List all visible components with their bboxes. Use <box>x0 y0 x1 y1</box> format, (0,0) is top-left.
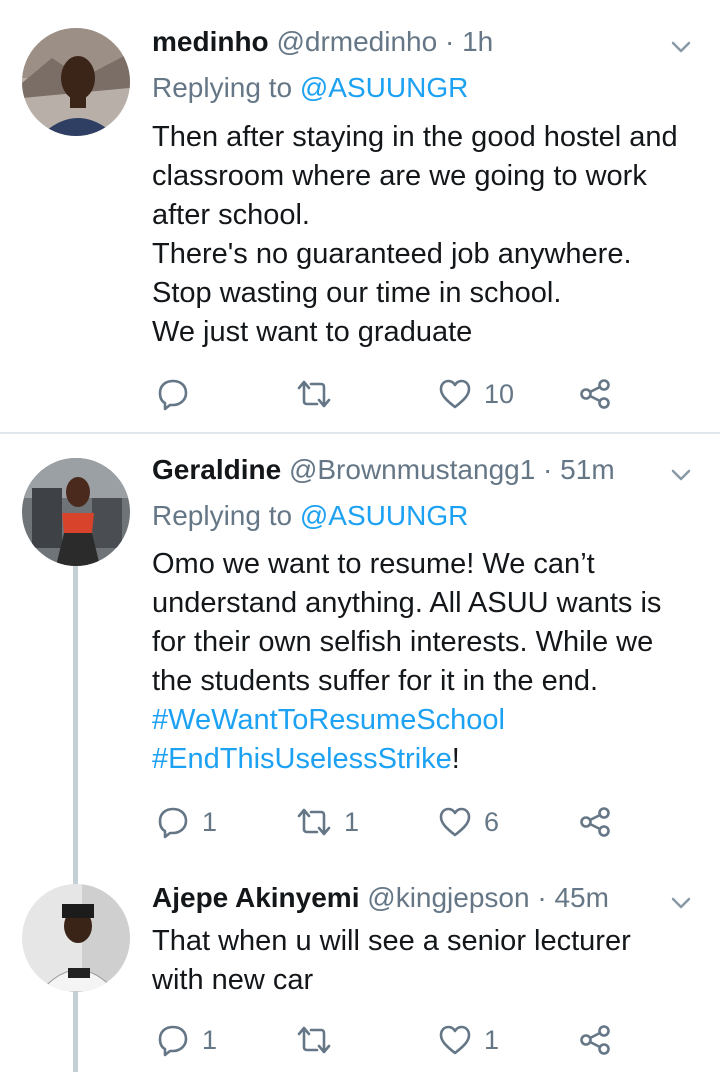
retweet-icon <box>297 380 331 408</box>
author-handle[interactable]: @kingjepson <box>367 882 529 913</box>
chevron-down-icon[interactable] <box>670 892 692 914</box>
share-button[interactable] <box>578 1020 612 1060</box>
share-button[interactable] <box>578 802 612 842</box>
like-button[interactable]: 6 <box>438 802 499 842</box>
text-line: We just want to graduate <box>152 316 473 348</box>
retweet-icon <box>297 808 331 836</box>
avatar[interactable] <box>22 884 130 992</box>
reply-count: 1 <box>202 806 218 837</box>
retweet-button[interactable]: 1 <box>296 802 359 842</box>
chevron-down-icon[interactable] <box>670 464 692 486</box>
replying-label: Replying to <box>152 72 293 103</box>
reply-button[interactable] <box>156 374 202 414</box>
text-suffix: ! <box>451 743 460 775</box>
like-icon <box>439 1025 471 1055</box>
chevron-down-icon[interactable] <box>670 36 692 58</box>
text-line: That when u will see a senior lecturer <box>152 925 631 957</box>
hashtag-link[interactable]: #WeWantToResumeSchool <box>152 704 505 736</box>
tweet-text: Omo we want to resume! We can’t understa… <box>152 545 661 779</box>
text-line: Omo we want to resume! We can’t <box>152 548 595 580</box>
reply-icon <box>158 807 188 839</box>
like-button[interactable]: 10 <box>438 374 514 414</box>
text-line: Then after staying in the good hostel an… <box>152 121 678 153</box>
author-name[interactable]: medinho <box>152 26 269 57</box>
action-bar: 1 1 <box>152 1020 632 1060</box>
like-count: 1 <box>484 1024 500 1055</box>
share-icon <box>580 379 610 409</box>
thread-line <box>73 564 78 904</box>
hashtag-link[interactable]: #EndThisUselessStrike <box>152 743 452 775</box>
like-count: 10 <box>484 378 515 409</box>
text-line: after school. <box>152 199 310 231</box>
tweet-header: Ajepe Akinyemi @kingjepson · 45m <box>152 878 609 918</box>
text-line: Stop wasting our time in school. <box>152 277 562 309</box>
text-line: classroom where are we going to work <box>152 160 647 192</box>
tweet-text: That when u will see a senior lecturer w… <box>152 922 631 1000</box>
tweet-header: medinho @drmedinho · 1h <box>152 22 493 62</box>
reply-icon <box>158 379 188 411</box>
retweet-button[interactable] <box>296 1020 344 1060</box>
share-icon <box>580 1025 610 1055</box>
action-bar: 1 1 6 <box>152 802 632 842</box>
like-button[interactable]: 1 <box>438 1020 499 1060</box>
thread-line <box>73 992 78 1072</box>
avatar[interactable] <box>22 458 130 566</box>
text-line: for their own selfish interests. While w… <box>152 626 654 658</box>
tweet-header: Geraldine @Brownmustangg1 · 51m <box>152 450 615 490</box>
separator: · <box>529 882 555 913</box>
replying-handle-link[interactable]: @ASUUNGR <box>300 500 468 531</box>
reply-button[interactable]: 1 <box>156 1020 217 1060</box>
author-name[interactable]: Geraldine <box>152 454 281 485</box>
replying-to: Replying to @ASUUNGR <box>152 68 468 108</box>
like-icon <box>439 807 471 837</box>
separator: · <box>535 454 561 485</box>
replying-handle-link[interactable]: @ASUUNGR <box>300 72 468 103</box>
like-icon <box>439 379 471 409</box>
retweet-count: 1 <box>344 806 360 837</box>
tweet-ajepe[interactable]: Ajepe Akinyemi @kingjepson · 45m That wh… <box>0 860 720 1072</box>
share-icon <box>580 807 610 837</box>
reply-count: 1 <box>202 1024 218 1055</box>
action-bar: 10 <box>152 374 632 414</box>
separator: · <box>437 26 463 57</box>
retweet-button[interactable] <box>296 374 344 414</box>
reply-icon <box>158 1025 188 1057</box>
text-line: the students suffer for it in the end. <box>152 665 599 697</box>
replying-label: Replying to <box>152 500 293 531</box>
retweet-icon <box>297 1026 331 1054</box>
tweet-time[interactable]: 51m <box>560 454 614 485</box>
tweet-geraldine[interactable]: Geraldine @Brownmustangg1 · 51m Replying… <box>0 434 720 904</box>
reply-button[interactable]: 1 <box>156 802 217 842</box>
text-line: There's no guaranteed job anywhere. <box>152 238 632 270</box>
share-button[interactable] <box>578 374 612 414</box>
tweet-text: Then after staying in the good hostel an… <box>152 118 678 352</box>
tweet-medinho[interactable]: medinho @drmedinho · 1h Replying to @ASU… <box>0 0 720 432</box>
text-line: with new car <box>152 964 314 996</box>
author-handle[interactable]: @Brownmustangg1 <box>289 454 535 485</box>
tweet-time[interactable]: 45m <box>554 882 608 913</box>
like-count: 6 <box>484 806 500 837</box>
author-handle[interactable]: @drmedinho <box>276 26 437 57</box>
tweet-time[interactable]: 1h <box>462 26 493 57</box>
avatar[interactable] <box>22 28 130 136</box>
author-name[interactable]: Ajepe Akinyemi <box>152 882 359 913</box>
replying-to: Replying to @ASUUNGR <box>152 496 468 536</box>
text-line: understand anything. All ASUU wants is <box>152 587 662 619</box>
